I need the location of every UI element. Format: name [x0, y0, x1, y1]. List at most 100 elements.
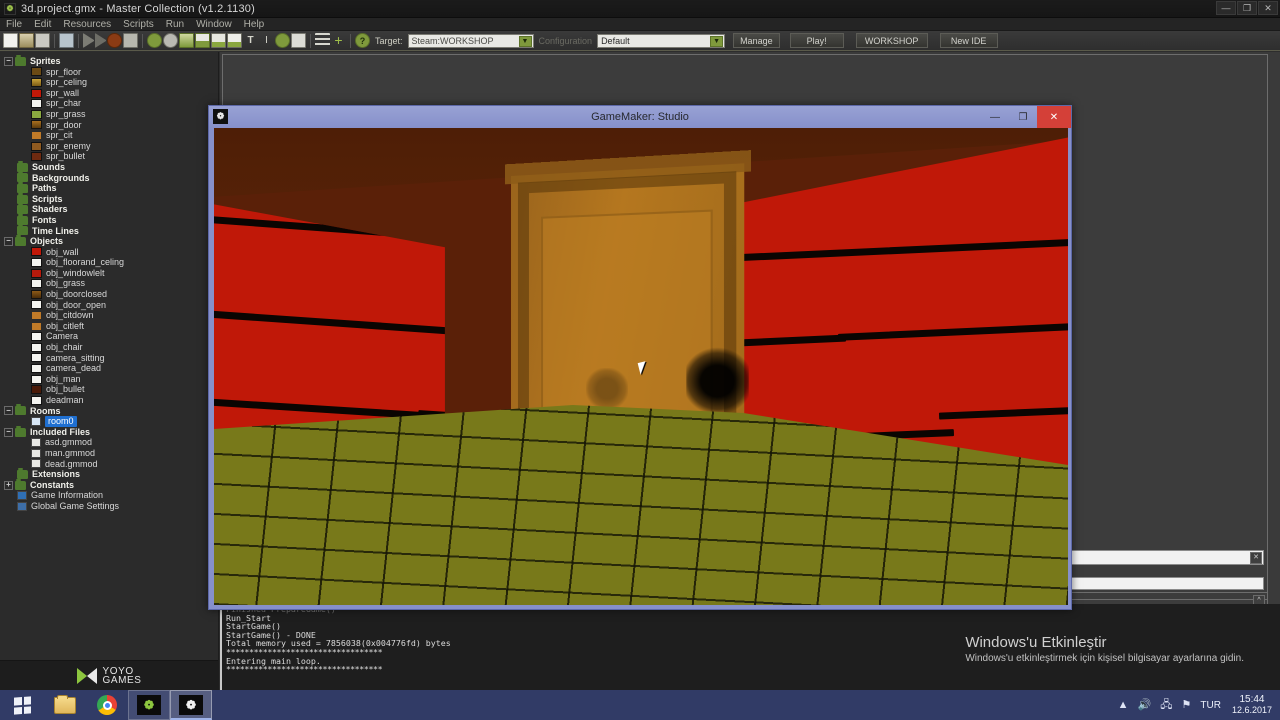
- close-icon[interactable]: ✕: [1258, 1, 1278, 15]
- tree-item-camera[interactable]: Camera: [4, 331, 218, 342]
- tree-item-spr-bullet[interactable]: spr_bullet: [4, 151, 218, 162]
- taskbar-item-gamemaker-ide[interactable]: ❁: [128, 690, 170, 720]
- start-button[interactable]: [0, 690, 44, 720]
- tree-item-obj-wall[interactable]: obj_wall: [4, 247, 218, 258]
- create-object-icon[interactable]: [275, 33, 290, 48]
- language-indicator[interactable]: TUR: [1200, 700, 1221, 711]
- menu-item-run[interactable]: Run: [166, 18, 191, 31]
- configuration-select[interactable]: Default ▼: [597, 33, 726, 48]
- open-folder-icon[interactable]: [19, 33, 34, 48]
- volume-icon[interactable]: 🔊: [1138, 699, 1152, 711]
- create-sound-icon[interactable]: [163, 33, 178, 48]
- tree-group-fonts[interactable]: Fonts: [4, 213, 218, 226]
- export-icon[interactable]: [59, 33, 74, 48]
- global-settings-icon[interactable]: [315, 33, 330, 48]
- tree-item-camera-sitting[interactable]: camera_sitting: [4, 353, 218, 364]
- create-sprite-icon[interactable]: [147, 33, 162, 48]
- taskbar-item-file-explorer[interactable]: [44, 690, 86, 720]
- tree-group-extensions[interactable]: Extensions: [4, 467, 218, 480]
- expand-icon[interactable]: +: [4, 480, 13, 490]
- tree-group-sprites[interactable]: − Sprites: [4, 54, 218, 67]
- tree-item-obj-windowlelt[interactable]: obj_windowlelt: [4, 268, 218, 279]
- tree-group-objects[interactable]: − Objects: [4, 234, 218, 247]
- target-select[interactable]: Steam:WORKSHOP ▼: [407, 33, 534, 48]
- menu-item-window[interactable]: Window: [196, 18, 239, 31]
- tree-item-camera-dead[interactable]: camera_dead: [4, 363, 218, 374]
- tree-item-spr-celing[interactable]: spr_celing: [4, 77, 218, 88]
- chevron-down-icon[interactable]: ▼: [710, 35, 724, 47]
- create-room-icon[interactable]: [291, 33, 306, 48]
- tree-item-obj-chair[interactable]: obj_chair: [4, 342, 218, 353]
- action-center-icon[interactable]: ⚑: [1182, 699, 1192, 711]
- create-path-icon[interactable]: [195, 33, 210, 48]
- tree-item-man-gmmod[interactable]: man.gmmod: [4, 448, 218, 459]
- save-icon[interactable]: [35, 33, 50, 48]
- minimize-icon[interactable]: —: [981, 106, 1009, 128]
- mdi-panel-bottom[interactable]: [1062, 577, 1264, 590]
- tree-group-constants[interactable]: + Constants: [4, 478, 218, 491]
- tree-item-spr-floor[interactable]: spr_floor: [4, 67, 218, 78]
- tree-item-spr-grass[interactable]: spr_grass: [4, 109, 218, 120]
- game-window[interactable]: ❁ GameMaker: Studio — ❐ ✕: [208, 105, 1072, 610]
- taskbar-item-google-chrome[interactable]: [86, 690, 128, 720]
- play-button[interactable]: Play!: [789, 33, 844, 48]
- tree-item-spr-enemy[interactable]: spr_enemy: [4, 141, 218, 152]
- stop-icon[interactable]: [107, 33, 122, 48]
- mdi-panel-lower[interactable]: ^: [1062, 592, 1268, 607]
- maximize-icon[interactable]: ❐: [1237, 1, 1257, 15]
- network-icon[interactable]: 🖧: [1160, 699, 1172, 711]
- menu-item-resources[interactable]: Resources: [63, 18, 118, 31]
- debug-output-console[interactable]: Finished PrepareGame() Run_Start StartGa…: [220, 604, 1280, 690]
- show-hidden-icons-icon[interactable]: ▲: [1118, 699, 1129, 711]
- run-icon[interactable]: [83, 33, 94, 48]
- game-viewport[interactable]: [214, 128, 1068, 605]
- new-file-icon[interactable]: [3, 33, 18, 48]
- tree-group-paths[interactable]: Paths: [4, 181, 218, 194]
- tree-item-obj-citleft[interactable]: obj_citleft: [4, 321, 218, 332]
- menu-item-help[interactable]: Help: [244, 18, 272, 31]
- tree-group-sounds[interactable]: Sounds: [4, 160, 218, 173]
- create-shader-icon[interactable]: [227, 33, 242, 48]
- tree-group-shaders[interactable]: Shaders: [4, 203, 218, 215]
- tree-item-spr-char[interactable]: spr_char: [4, 98, 218, 109]
- maximize-icon[interactable]: ❐: [1009, 106, 1037, 128]
- create-script-icon[interactable]: [211, 33, 226, 48]
- collapse-icon[interactable]: −: [4, 56, 13, 66]
- menu-item-file[interactable]: File: [6, 18, 29, 31]
- manage-button[interactable]: Manage: [733, 33, 780, 48]
- close-icon[interactable]: ✕: [1250, 552, 1262, 564]
- tree-item-spr-door[interactable]: spr_door: [4, 120, 218, 131]
- tree-group-included-files[interactable]: − Included Files: [4, 425, 218, 438]
- tree-group-timelines[interactable]: Time Lines: [4, 224, 218, 237]
- close-icon[interactable]: ✕: [1037, 106, 1071, 128]
- tree-item-game-information[interactable]: Game Information: [4, 490, 218, 501]
- create-timeline-icon[interactable]: I: [259, 33, 274, 48]
- tree-item-dead-gmmod[interactable]: dead.gmmod: [4, 459, 218, 470]
- tree-item-spr-cit[interactable]: spr_cit: [4, 130, 218, 141]
- new-ide-button[interactable]: New IDE: [939, 33, 998, 48]
- resource-tree-sidebar[interactable]: − Sprites spr_floor spr_celing spr_wall …: [0, 52, 219, 690]
- ide-title-bar[interactable]: ❁ 3d.project.gmx - Master Collection (v1…: [0, 0, 1280, 18]
- create-background-icon[interactable]: [179, 33, 194, 48]
- tree-item-obj-man[interactable]: obj_man: [4, 374, 218, 385]
- collapse-icon[interactable]: −: [4, 427, 13, 437]
- tree-item-obj-bullet[interactable]: obj_bullet: [4, 384, 218, 395]
- tree-group-backgrounds[interactable]: Backgrounds: [4, 171, 218, 184]
- menu-item-edit[interactable]: Edit: [34, 18, 58, 31]
- tree-item-obj-citdown[interactable]: obj_citdown: [4, 310, 218, 321]
- tree-item-spr-wall[interactable]: spr_wall: [4, 88, 218, 99]
- tree-item-obj-floorand-celing[interactable]: obj_floorand_celing: [4, 257, 218, 268]
- clean-icon[interactable]: [123, 33, 138, 48]
- taskbar-clock[interactable]: 15:44 12.6.2017: [1230, 694, 1272, 716]
- help-icon[interactable]: ?: [355, 33, 370, 48]
- tree-group-rooms[interactable]: − Rooms: [4, 404, 218, 417]
- tree-item-obj-door-open[interactable]: obj_door_open: [4, 300, 218, 311]
- tree-group-scripts[interactable]: Scripts: [4, 192, 218, 205]
- tree-item-obj-grass[interactable]: obj_grass: [4, 278, 218, 289]
- taskbar-item-gamemaker-game[interactable]: ❁: [170, 690, 212, 720]
- tree-item-obj-doorclosed[interactable]: obj_doorclosed: [4, 289, 218, 300]
- minimize-icon[interactable]: —: [1216, 1, 1236, 15]
- mdi-panel-header[interactable]: ✕: [1062, 550, 1264, 565]
- tree-item-global-game-settings[interactable]: Global Game Settings: [4, 501, 218, 512]
- game-window-title-bar[interactable]: ❁ GameMaker: Studio — ❐ ✕: [209, 106, 1071, 128]
